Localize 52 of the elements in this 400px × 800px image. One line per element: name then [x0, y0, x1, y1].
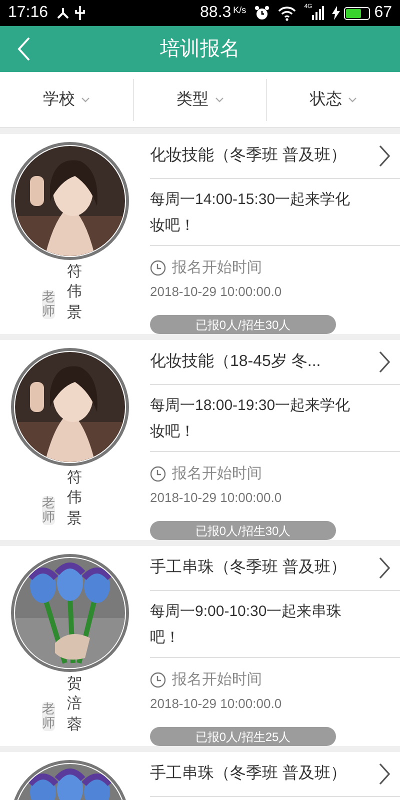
course-description: 每周一14:00-15:30一起来学化妆吧！ — [150, 190, 352, 236]
course-title: 手工串珠（冬季班 普及班） — [150, 557, 346, 578]
clock-icon — [150, 672, 166, 688]
teacher-stamp: 老师 — [42, 290, 55, 319]
status-time: 17:16 — [8, 3, 48, 23]
caret-icon — [214, 96, 224, 102]
chevron-right-icon — [378, 145, 390, 167]
start-time: 2018-10-29 10:00:00.0 — [150, 282, 283, 300]
start-label: 报名开始时间 — [172, 464, 262, 484]
share-icon — [56, 6, 70, 20]
signal-icon — [312, 6, 324, 20]
battery-percent: 67 — [374, 3, 392, 23]
teacher-name: 符伟景 — [67, 468, 82, 528]
back-icon — [17, 36, 31, 62]
course-description: 每周一18:00-19:30一起来学化妆吧！ — [150, 396, 352, 442]
course-title: 手工串珠（冬季班 普及班） — [150, 763, 346, 784]
clock-icon — [150, 466, 166, 482]
network-speed: 88.3 — [200, 3, 232, 23]
page-title: 培训报名 — [160, 37, 240, 62]
usb-icon — [74, 5, 86, 21]
chevron-right-icon — [378, 351, 390, 373]
enrollment-badge: 已报0人/招生30人 — [150, 315, 336, 334]
caret-icon — [80, 96, 90, 102]
teacher-stamp: 老师 — [42, 496, 55, 525]
caret-icon — [348, 96, 358, 102]
alarm-icon — [254, 5, 270, 21]
start-time: 2018-10-29 10:00:00.0 — [150, 694, 283, 712]
teacher-name: 贺涪蓉 — [67, 674, 82, 734]
filter-dropdown[interactable]: 学校 — [0, 78, 133, 120]
course-title: 化妆技能（18-45岁 冬... — [150, 352, 321, 372]
start-label: 报名开始时间 — [172, 258, 262, 278]
course-card[interactable]: 手工串珠（冬季班 普及班） — [0, 752, 400, 800]
chevron-right-icon — [378, 557, 390, 579]
enrollment-badge: 已报0人/招生30人 — [150, 521, 336, 540]
filter-dropdown[interactable]: 状态 — [266, 78, 400, 120]
clock-icon — [150, 260, 166, 276]
charging-icon — [332, 6, 340, 20]
start-time: 2018-10-29 10:00:00.0 — [150, 488, 283, 506]
course-description: 每周一9:00-10:30一起来串珠吧！ — [150, 602, 343, 648]
filter-dropdown[interactable]: 类型 — [132, 78, 266, 120]
course-card[interactable]: 老师 贺涪蓉 手工串珠（冬季班 普及班） 每周一9:00-10:30一起来串珠吧！ 报名开始时间 2018-10-29 10:00:00.0 已报0人/招生25人 — [0, 546, 400, 746]
wifi-icon — [278, 6, 296, 20]
teacher-stamp: 老师 — [42, 702, 55, 731]
speed-unit: K/s — [233, 4, 246, 17]
course-card[interactable]: 老师 符伟景 化妆技能（冬季班 普及班） 每周一14:00-15:30一起来学化妆吧！ 报名开始时间 2018-10-29 10:00:00.0 已报0人/招生30人 — [0, 134, 400, 334]
teacher-name: 符伟景 — [67, 262, 82, 322]
chevron-right-icon — [378, 763, 390, 785]
battery-icon — [344, 6, 370, 20]
start-label: 报名开始时间 — [172, 670, 262, 690]
course-card[interactable]: 老师 符伟景 化妆技能（18-45岁 冬... 每周一18:00-19:30一起来学化妆吧！ 报名开始时间 2018-10-29 10:00:00.0 已报0人/招生30人 — [0, 340, 400, 540]
enrollment-badge: 已报0人/招生25人 — [150, 727, 336, 746]
course-title: 化妆技能（冬季班 普及班） — [150, 145, 346, 166]
